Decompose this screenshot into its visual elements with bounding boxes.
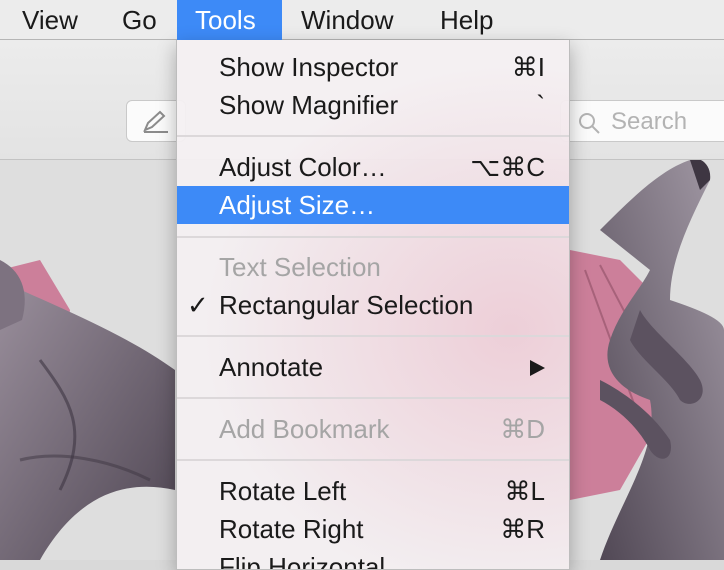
tools-menu: Show Inspector ⌘I Show Magnifier ` Adjus…: [176, 40, 570, 570]
menu-item-adjust-size[interactable]: Adjust Size…: [177, 186, 569, 224]
menu-item-show-inspector[interactable]: Show Inspector ⌘I: [177, 48, 569, 86]
menu-item-rotate-left[interactable]: Rotate Left ⌘L: [177, 472, 569, 510]
menu-separator: [177, 335, 569, 337]
shortcut-adjust-color: ⌥⌘C: [470, 152, 545, 182]
menu-go[interactable]: Go: [104, 0, 175, 40]
menu-separator: [177, 135, 569, 137]
checkmark-icon: ✓: [187, 290, 209, 320]
menu-item-add-bookmark: Add Bookmark ⌘D: [177, 410, 569, 448]
menu-item-rotate-right[interactable]: Rotate Right ⌘R: [177, 510, 569, 548]
shortcut-rotate-left: ⌘L: [504, 476, 545, 506]
menu-item-text-selection: Text Selection: [219, 252, 381, 282]
menu-view[interactable]: View: [4, 0, 96, 40]
menu-window[interactable]: Window: [283, 0, 411, 40]
menu-bar: View Go Tools Window Help: [0, 0, 724, 40]
search-icon: [579, 113, 600, 134]
shortcut-show-inspector: ⌘I: [511, 52, 545, 82]
pencil-icon: [143, 110, 168, 133]
menu-help[interactable]: Help: [422, 0, 511, 40]
menu-tools[interactable]: Tools: [177, 0, 282, 40]
shortcut-show-magnifier: `: [536, 90, 545, 120]
search-placeholder: Search: [611, 108, 688, 135]
menu-separator: [177, 236, 569, 238]
search-field[interactable]: Search: [560, 100, 724, 142]
menu-item-adjust-color[interactable]: Adjust Color… ⌥⌘C: [177, 148, 569, 186]
menu-item-show-magnifier[interactable]: Show Magnifier `: [177, 86, 569, 124]
menu-item-annotate[interactable]: Annotate: [177, 348, 569, 386]
submenu-arrow-icon: [530, 360, 545, 376]
menu-separator: [177, 459, 569, 461]
menu-separator: [177, 397, 569, 399]
menu-item-rectangular-selection[interactable]: ✓ Rectangular Selection: [177, 286, 569, 324]
menu-item-flip-horizontal[interactable]: Flip Horizontal: [177, 548, 569, 569]
shortcut-add-bookmark: ⌘D: [500, 414, 545, 444]
shortcut-rotate-right: ⌘R: [500, 514, 545, 544]
